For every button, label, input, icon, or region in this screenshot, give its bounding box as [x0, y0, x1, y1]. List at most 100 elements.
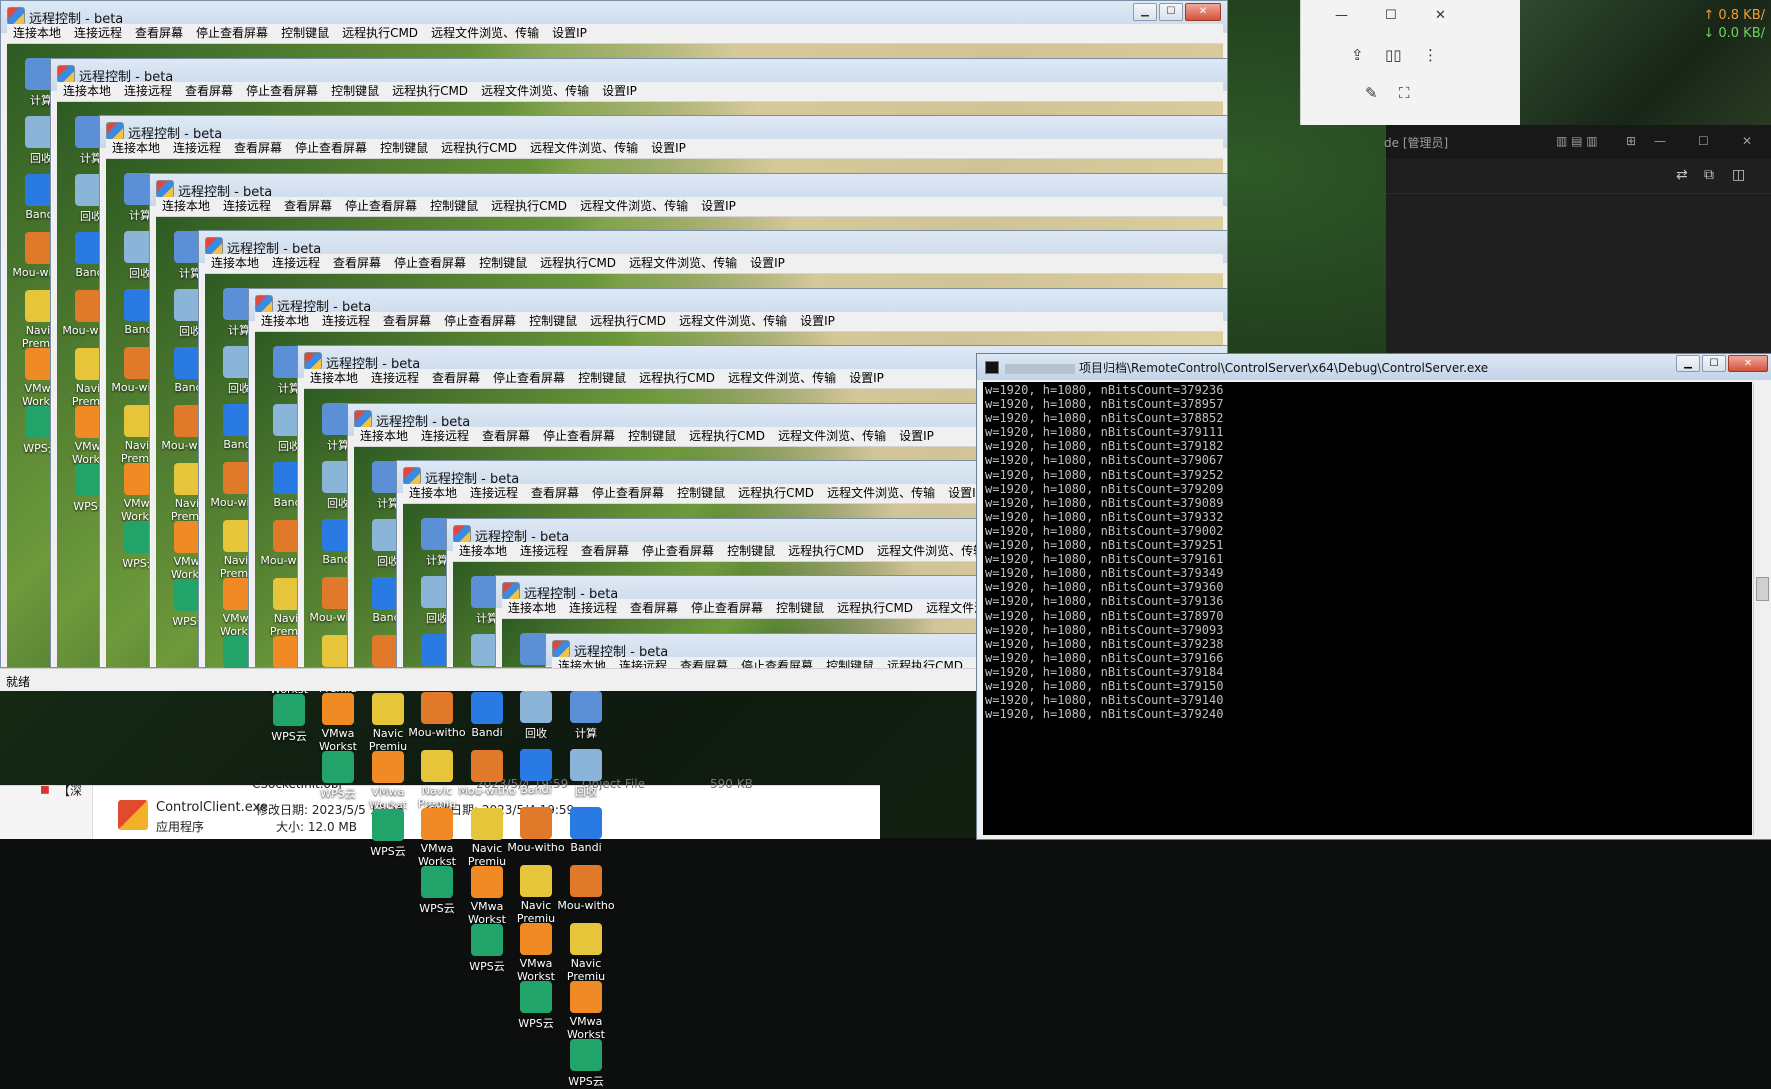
console-titlebar[interactable]: 项目归档\RemoteControl\ControlServer\x64\Deb… [977, 354, 1771, 380]
menu-item[interactable]: 连接远程 [173, 139, 221, 158]
menu-item[interactable]: 远程执行CMD [590, 312, 666, 331]
menu-item[interactable]: 连接远程 [569, 599, 617, 618]
console-window[interactable]: 项目归档\RemoteControl\ControlServer\x64\Deb… [976, 353, 1771, 840]
menu-item[interactable]: 连接本地 [63, 82, 111, 101]
menu-item[interactable]: 停止查看屏幕 [295, 139, 367, 158]
menu-item[interactable]: 停止查看屏幕 [642, 542, 714, 561]
menu-item[interactable]: 设置IP [552, 24, 587, 43]
menu-item[interactable]: 停止查看屏幕 [543, 427, 615, 446]
menu-item[interactable]: 设置IP [651, 139, 686, 158]
layout-icon[interactable]: ▥ ▤ ▥ [1556, 134, 1598, 148]
highlight-icon[interactable]: ✎ [1365, 84, 1378, 102]
menu-item[interactable]: 停止查看屏幕 [691, 599, 763, 618]
menu-item[interactable]: 远程执行CMD [689, 427, 765, 446]
menu-item[interactable]: 连接本地 [211, 254, 259, 273]
menu-item[interactable]: 停止查看屏幕 [345, 197, 417, 216]
maximize-icon[interactable]: ☐ [1698, 134, 1709, 148]
menu-item[interactable]: 远程文件浏览、传输 [827, 484, 935, 503]
menu-item[interactable]: 连接远程 [223, 197, 271, 216]
menu-item[interactable]: 查看屏幕 [234, 139, 282, 158]
more-icon[interactable]: ⋮ [1423, 46, 1438, 64]
menu-item[interactable]: 连接本地 [360, 427, 408, 446]
menu-item[interactable]: 控制键鼠 [430, 197, 478, 216]
menu-item[interactable]: 控制键鼠 [677, 484, 725, 503]
menu-item[interactable]: 查看屏幕 [482, 427, 530, 446]
menu-item[interactable]: 连接远程 [470, 484, 518, 503]
menu-item[interactable]: 设置IP [800, 312, 835, 331]
menu-item[interactable]: 远程文件浏览、传输 [778, 427, 886, 446]
menu-item[interactable]: 远程执行CMD [639, 369, 715, 388]
menu-item[interactable]: 控制键鼠 [331, 82, 379, 101]
menu-item[interactable]: 连接本地 [112, 139, 160, 158]
menu-item[interactable]: 停止查看屏幕 [493, 369, 565, 388]
menu-item[interactable]: 远程执行CMD [540, 254, 616, 273]
menu-item[interactable]: 控制键鼠 [479, 254, 527, 273]
menu-item[interactable]: 连接本地 [162, 197, 210, 216]
menu-item[interactable]: 远程执行CMD [441, 139, 517, 158]
menu-item[interactable]: 远程执行CMD [342, 24, 418, 43]
reader-icon[interactable]: ▯▯ [1385, 46, 1402, 64]
menu-item[interactable]: 设置IP [849, 369, 884, 388]
menu-item[interactable]: 连接远程 [421, 427, 469, 446]
minimize-button[interactable]: ▁ [1133, 3, 1157, 21]
menu-item[interactable]: 连接本地 [409, 484, 457, 503]
menu-item[interactable]: 连接远程 [272, 254, 320, 273]
split-editor-icon[interactable]: ◫ [1732, 167, 1745, 183]
menu-item[interactable]: 远程执行CMD [491, 197, 567, 216]
menu-item[interactable]: 设置IP [701, 197, 736, 216]
menu-item[interactable]: 控制键鼠 [578, 369, 626, 388]
menu-item[interactable]: 远程文件浏览、传输 [530, 139, 638, 158]
menu-item[interactable]: 停止查看屏幕 [196, 24, 268, 43]
menu-item[interactable]: 远程执行CMD [837, 599, 913, 618]
menu-item[interactable]: 远程执行CMD [392, 82, 468, 101]
menu-item[interactable]: 连接本地 [459, 542, 507, 561]
minimize-icon[interactable]: — [1335, 8, 1348, 23]
menu-item[interactable]: 远程文件浏览、传输 [481, 82, 589, 101]
maximize-icon[interactable]: ☐ [1385, 8, 1397, 23]
menu-item[interactable]: 停止查看屏幕 [394, 254, 466, 273]
customize-layout-icon[interactable]: ⊞ [1626, 134, 1636, 148]
open-preview-icon[interactable]: ⧉ [1704, 167, 1714, 183]
menu-item[interactable]: 查看屏幕 [432, 369, 480, 388]
menu-item[interactable]: 查看屏幕 [383, 312, 431, 331]
menu-item[interactable]: 连接远程 [74, 24, 122, 43]
menu-item[interactable]: 查看屏幕 [581, 542, 629, 561]
menu-item[interactable]: 查看屏幕 [531, 484, 579, 503]
selected-file-name[interactable]: ControlClient.exe [156, 800, 268, 815]
menu-item[interactable]: 设置IP [750, 254, 785, 273]
menu-item[interactable]: 远程文件浏览、传输 [431, 24, 539, 43]
menu-item[interactable]: 控制键鼠 [281, 24, 329, 43]
menu-item[interactable]: 连接远程 [124, 82, 172, 101]
menu-item[interactable]: 查看屏幕 [630, 599, 678, 618]
menu-item[interactable]: 查看屏幕 [185, 82, 233, 101]
close-button[interactable]: ✕ [1185, 3, 1221, 21]
fullscreen-icon[interactable]: ⛶ [1399, 84, 1410, 102]
menu-item[interactable]: 查看屏幕 [333, 254, 381, 273]
menu-item[interactable]: 远程文件浏览、传输 [580, 197, 688, 216]
menu-item[interactable]: 设置IP [602, 82, 637, 101]
console-output[interactable]: w=1920, h=1080, nBitsCount=379236 w=1920,… [983, 382, 1752, 835]
menu-item[interactable]: 远程文件浏览、传输 [877, 542, 985, 561]
menu-item[interactable]: 远程文件浏览、传输 [728, 369, 836, 388]
compare-icon[interactable]: ⇄ [1676, 167, 1688, 183]
maximize-button[interactable]: ☐ [1702, 355, 1726, 372]
menu-item[interactable]: 控制键鼠 [727, 542, 775, 561]
menu-item[interactable]: 连接本地 [508, 599, 556, 618]
close-button[interactable]: ✕ [1728, 355, 1768, 372]
menu-item[interactable]: 连接远程 [520, 542, 568, 561]
sidebar-item-label[interactable]: 【深 [58, 782, 82, 799]
menu-item[interactable]: 停止查看屏幕 [444, 312, 516, 331]
menu-item[interactable]: 远程执行CMD [788, 542, 864, 561]
menu-item[interactable]: 连接本地 [13, 24, 61, 43]
maximize-button[interactable]: ☐ [1159, 3, 1183, 21]
menu-item[interactable]: 停止查看屏幕 [592, 484, 664, 503]
menu-item[interactable]: 控制键鼠 [776, 599, 824, 618]
menu-item[interactable]: 远程文件浏览、传输 [679, 312, 787, 331]
menu-item[interactable]: 远程执行CMD [738, 484, 814, 503]
menu-item[interactable]: 查看屏幕 [135, 24, 183, 43]
menu-item[interactable]: 控制键鼠 [380, 139, 428, 158]
scrollbar-thumb[interactable] [1756, 577, 1769, 601]
minimize-icon[interactable]: — [1654, 134, 1666, 148]
pin-icon[interactable]: ⇪ [1351, 46, 1364, 64]
menu-item[interactable]: 连接本地 [261, 312, 309, 331]
